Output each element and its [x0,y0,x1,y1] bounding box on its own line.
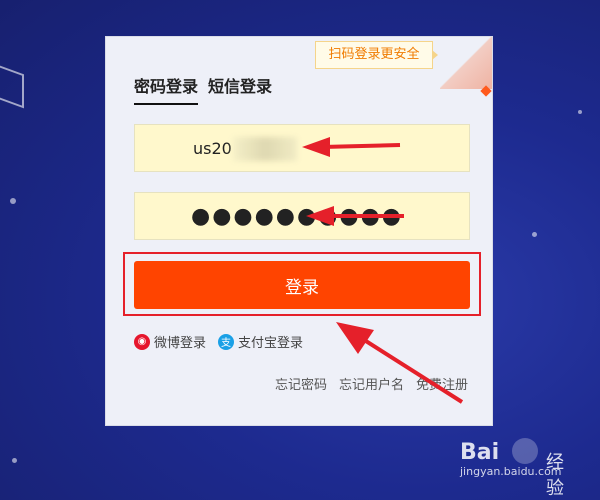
qr-login-tip[interactable]: 扫码登录更安全 [315,41,438,69]
baidu-jingyan-watermark: Bai 经验 jingyan.baidu.com [460,438,564,499]
background-dot [532,232,537,237]
background-dot [12,458,17,463]
third-party-login: ◉ 微博登录 支 支付宝登录 [134,332,303,351]
password-arrow-icon [306,206,404,226]
alipay-login-label: 支付宝登录 [238,336,304,351]
background-dot [578,110,582,114]
baidu-paw-icon [512,438,538,464]
qr-login-tip-text: 扫码登录更安全 [328,47,420,62]
login-button[interactable]: 登录 [134,261,470,309]
watermark-jingyan: 经验 [546,452,564,499]
background-dot [10,198,16,204]
watermark-brand: Bai [460,440,500,465]
alipay-login-link[interactable]: 支 支付宝登录 [218,332,303,351]
password-field[interactable] [134,192,470,240]
alipay-icon: 支 [218,333,235,350]
weibo-login-link[interactable]: ◉ 微博登录 [134,332,206,351]
decorative-cube-icon [0,65,24,109]
tab-sms-login[interactable]: 短信登录 [208,73,272,105]
weibo-login-label: 微博登录 [154,336,207,351]
username-arrow-icon [302,137,401,157]
password-input[interactable] [135,193,469,239]
tab-password-login[interactable]: 密码登录 [134,73,199,105]
username-blur-mask [233,137,297,161]
login-button-arrow-icon [336,322,464,404]
qr-code-corner-icon[interactable] [440,37,492,89]
weibo-icon: ◉ [134,333,150,350]
login-tabs: 密码登录 短信登录 [134,73,272,105]
forgot-password-link[interactable]: 忘记密码 [275,374,327,393]
